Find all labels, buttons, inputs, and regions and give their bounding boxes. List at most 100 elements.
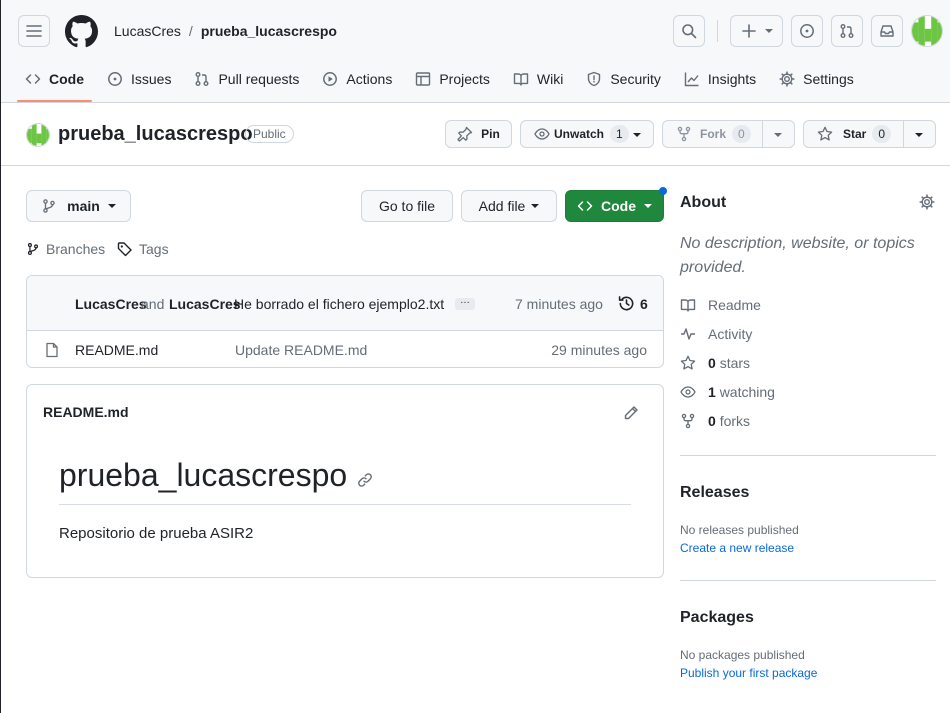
breadcrumb-repo[interactable]: prueba_lucascrespo <box>201 23 337 39</box>
tab-code[interactable]: Code <box>17 62 92 102</box>
tab-issues[interactable]: Issues <box>99 62 179 96</box>
activity-link[interactable]: Activity <box>680 326 752 342</box>
packages-title[interactable]: Packages <box>680 609 754 627</box>
pencil-icon[interactable] <box>623 405 639 421</box>
tab-security-label: Security <box>610 71 661 87</box>
tab-pull-requests-label: Pull requests <box>218 71 300 87</box>
tab-wiki[interactable]: Wiki <box>505 62 571 96</box>
commit-message[interactable]: He borrado el fichero ejemplo2.txt <box>234 296 444 312</box>
go-to-file-button[interactable]: Go to file <box>361 190 453 222</box>
file-browser: LucasCres and LucasCres He borrado el fi… <box>26 275 664 368</box>
eye-icon <box>534 128 550 140</box>
tag-icon <box>117 242 132 257</box>
commit-history-link[interactable]: 6 <box>618 295 648 312</box>
watch-counter: 1 <box>610 125 629 143</box>
chevron-down-icon <box>644 204 652 208</box>
code-icon <box>577 201 593 211</box>
fork-button[interactable]: Fork 0 <box>662 120 795 148</box>
gear-icon[interactable] <box>919 194 935 210</box>
watching-label: watching <box>719 384 775 400</box>
readme-filename: README.md <box>43 404 129 420</box>
file-row[interactable]: README.md Update README.md 29 minutes ag… <box>27 331 663 367</box>
repo-nav-tabs: Code Issues Pull requests Actions Projec… <box>1 62 869 102</box>
tab-projects[interactable]: Projects <box>407 62 498 96</box>
repo-title[interactable]: prueba_lucascrespo <box>58 123 253 146</box>
file-commit-time: 29 minutes ago <box>551 342 647 358</box>
pull-requests-button[interactable] <box>831 15 863 47</box>
breadcrumb-owner[interactable]: LucasCres <box>114 23 181 39</box>
tab-issues-label: Issues <box>131 71 172 87</box>
readme-heading-row: prueba_lucascrespo <box>59 457 373 494</box>
issue-icon <box>800 24 814 38</box>
issue-icon <box>108 72 122 86</box>
search-button[interactable] <box>673 15 705 47</box>
branch-icon <box>27 243 39 255</box>
inbox-button[interactable] <box>871 15 903 47</box>
github-logo[interactable] <box>65 15 98 48</box>
forks-link[interactable]: 0 forks <box>680 413 750 429</box>
commit-time[interactable]: 7 minutes ago <box>515 296 603 312</box>
tab-code-label: Code <box>49 71 84 87</box>
commit-author-2[interactable]: LucasCres <box>169 296 241 312</box>
file-commit-message[interactable]: Update README.md <box>235 342 367 358</box>
graph-icon <box>684 72 699 87</box>
table-icon <box>416 72 431 86</box>
gear-icon <box>779 71 795 87</box>
repo-owner-avatar[interactable] <box>26 123 50 147</box>
readme-link-label: Readme <box>708 297 761 313</box>
pin-icon <box>457 126 473 142</box>
unwatch-button[interactable]: Unwatch 1 <box>520 120 654 148</box>
play-icon <box>323 72 338 86</box>
stars-link[interactable]: 0 stars <box>680 355 750 371</box>
fork-counter: 0 <box>732 125 751 143</box>
commit-author-1[interactable]: LucasCres <box>75 296 147 312</box>
go-to-file-label: Go to file <box>378 198 436 214</box>
readme-link[interactable]: Readme <box>680 297 761 313</box>
sidebar-divider <box>680 455 936 456</box>
link-icon[interactable] <box>357 472 373 488</box>
plus-icon <box>741 24 756 38</box>
tags-label: Tags <box>139 241 169 257</box>
tab-actions-label: Actions <box>346 71 393 87</box>
tab-pull-requests[interactable]: Pull requests <box>186 62 307 96</box>
chevron-down-icon <box>531 204 540 208</box>
create-new-button[interactable] <box>730 15 783 47</box>
watching-count: 1 <box>708 384 716 400</box>
heading-divider <box>59 504 631 505</box>
code-dropdown-button[interactable]: Code <box>565 190 664 222</box>
chevron-down-icon[interactable] <box>915 133 923 137</box>
pin-label: Pin <box>481 127 500 141</box>
star-split-divider <box>903 120 904 148</box>
eye-icon <box>680 386 696 398</box>
create-release-link[interactable]: Create a new release <box>680 541 794 555</box>
chevron-down-icon <box>633 133 641 137</box>
avatar[interactable] <box>911 15 943 47</box>
expand-commit-button[interactable]: … <box>455 296 475 310</box>
history-icon <box>618 296 634 311</box>
chevron-down-icon[interactable] <box>774 133 782 137</box>
releases-empty-text: No releases published <box>680 523 799 537</box>
file-name[interactable]: README.md <box>75 342 158 358</box>
watching-link[interactable]: 1 watching <box>680 384 775 400</box>
issues-button[interactable] <box>791 15 823 47</box>
shield-icon <box>588 71 601 87</box>
star-button[interactable]: Star 0 <box>803 120 936 148</box>
releases-title[interactable]: Releases <box>680 484 749 502</box>
tab-security[interactable]: Security <box>578 62 669 96</box>
branch-selector[interactable]: main <box>26 190 131 222</box>
fork-icon <box>681 413 695 429</box>
pin-button[interactable]: Pin <box>445 120 512 148</box>
tab-settings[interactable]: Settings <box>771 62 862 96</box>
publish-package-link[interactable]: Publish your first package <box>680 666 817 680</box>
hamburger-icon <box>26 25 42 37</box>
menu-button[interactable] <box>18 15 50 47</box>
tags-link[interactable]: Tags <box>117 241 169 257</box>
code-button-label: Code <box>601 198 636 214</box>
fork-icon <box>677 126 691 142</box>
add-file-button[interactable]: Add file <box>461 190 557 222</box>
tab-actions[interactable]: Actions <box>314 62 400 96</box>
tab-insights[interactable]: Insights <box>676 62 764 96</box>
sidebar-divider <box>680 580 936 581</box>
forks-label: forks <box>719 413 751 429</box>
branches-link[interactable]: Branches <box>26 241 105 257</box>
